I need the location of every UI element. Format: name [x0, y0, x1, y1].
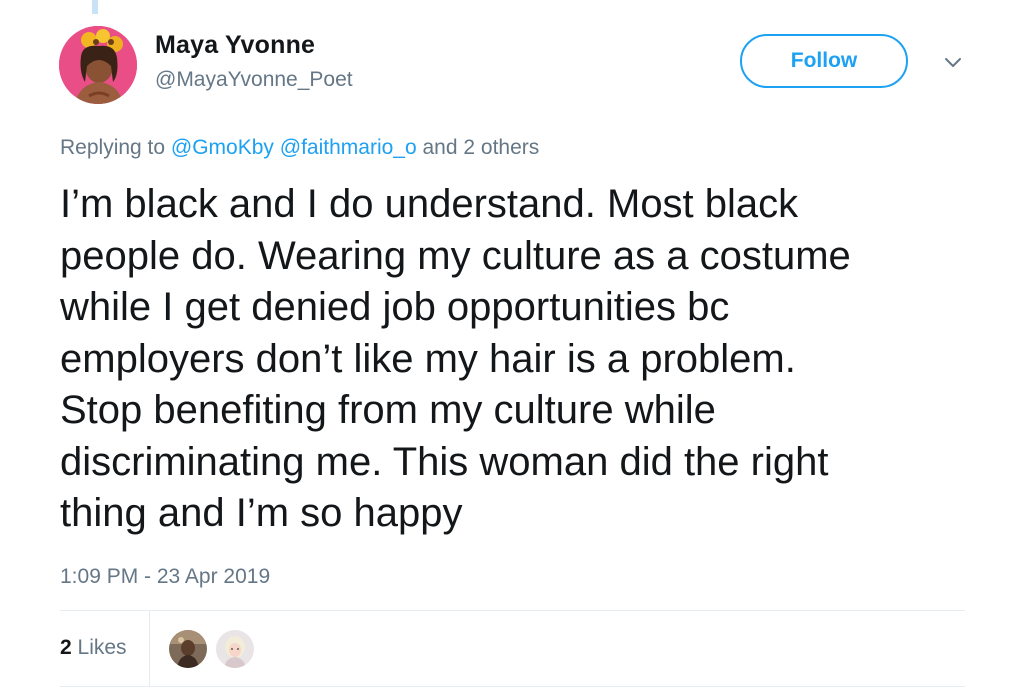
replying-to-others[interactable]: and 2 others	[423, 136, 540, 159]
stats-divider-top	[60, 610, 965, 611]
stats-vertical-divider	[149, 611, 150, 686]
tweet-text-line: discriminating me. This woman did the ri…	[60, 439, 829, 484]
stats-divider-bottom	[60, 686, 965, 687]
author-display-name[interactable]: Maya Yvonne	[155, 31, 315, 60]
tweet-text: I’m black and I do understand. Most blac…	[60, 179, 960, 540]
liker-avatar-photo-icon	[169, 630, 207, 668]
mention-link-gmokby[interactable]: @GmoKby	[171, 136, 274, 159]
mention-link-faithmario[interactable]: @faithmario_o	[280, 136, 417, 159]
avatar-photo-icon	[59, 26, 137, 104]
liker-avatar-photo-icon	[216, 630, 254, 668]
replying-to-line: Replying to @GmoKby @faithmario_o and 2 …	[60, 136, 539, 160]
liker-avatar[interactable]	[216, 630, 254, 668]
thread-connector-line	[92, 0, 98, 14]
author-avatar[interactable]	[59, 26, 137, 104]
tweet-timestamp[interactable]: 1:09 PM - 23 Apr 2019	[60, 565, 270, 589]
author-handle[interactable]: @MayaYvonne_Poet	[155, 68, 353, 92]
tweet-text-line: I’m black and I do understand. Most blac…	[60, 182, 799, 226]
tweet-text-line: while I get denied job opportunities bc	[60, 285, 730, 329]
liker-avatar[interactable]	[169, 630, 207, 668]
likes-label: Likes	[77, 636, 127, 659]
likes-count-link[interactable]: 2 Likes	[60, 636, 127, 660]
follow-button[interactable]: Follow	[740, 34, 908, 88]
likes-count: 2	[60, 636, 72, 659]
replying-to-prefix: Replying to	[60, 136, 166, 159]
tweet-text-line: employers don’t like my hair is a proble…	[60, 336, 796, 381]
tweet-text-line: Stop benefiting from my culture while	[60, 388, 716, 432]
chevron-down-icon[interactable]	[941, 52, 965, 72]
tweet-text-line: people do. Wearing my culture as a costu…	[60, 233, 851, 278]
tweet-text-line: thing and I’m so happy	[60, 491, 463, 535]
